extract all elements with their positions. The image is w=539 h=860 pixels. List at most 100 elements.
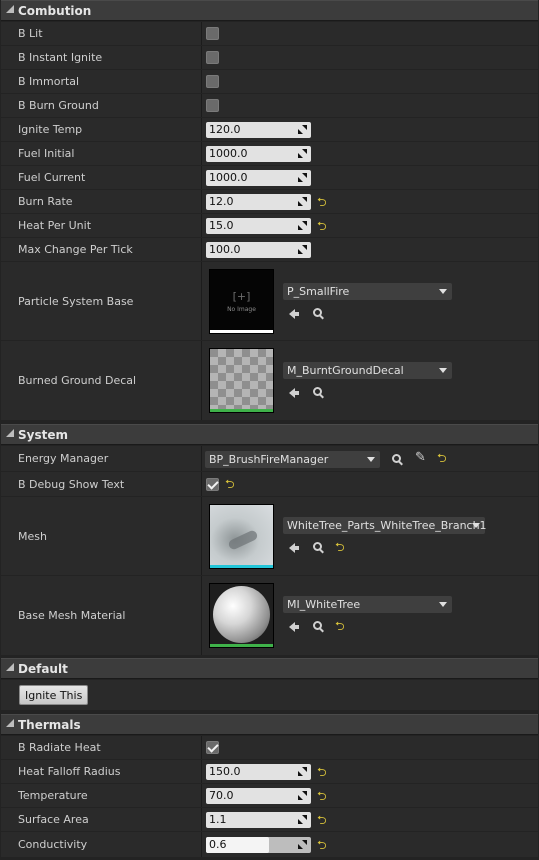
combo-value: P_SmallFire — [287, 285, 350, 298]
search-icon[interactable] — [313, 621, 322, 630]
category-header-system[interactable]: System — [1, 424, 538, 445]
drag-resize-icon[interactable] — [298, 148, 307, 158]
column-splitter[interactable] — [201, 238, 202, 261]
max-change-per-tick-input[interactable]: 100.0 — [206, 241, 311, 258]
drag-resize-icon[interactable] — [298, 814, 307, 824]
column-splitter[interactable] — [201, 214, 202, 237]
heat-falloff-radius-input[interactable]: 150.0 — [206, 763, 311, 780]
conductivity-slider-input[interactable]: 0.6 — [206, 836, 311, 853]
b-debug-show-text-checkbox[interactable] — [206, 477, 219, 491]
column-splitter[interactable] — [201, 446, 202, 471]
column-splitter[interactable] — [201, 142, 202, 165]
reset-to-default-icon[interactable]: ⮌ — [317, 766, 327, 778]
column-splitter[interactable] — [201, 832, 202, 857]
surface-area-input[interactable]: 1.1 — [206, 811, 311, 828]
property-row-temperature: Temperature 70.0 ⮌ — [1, 784, 538, 808]
asset-thumbnail[interactable] — [209, 583, 274, 648]
ignite-this-button[interactable]: Ignite This — [19, 685, 89, 705]
property-row-burn-rate: Burn Rate 12.0 ⮌ — [1, 190, 538, 214]
reset-to-default-icon[interactable]: ⮌ — [437, 452, 447, 464]
reset-to-default-icon[interactable]: ⮌ — [225, 478, 235, 490]
drag-resize-icon[interactable] — [298, 839, 307, 849]
category-header-thermals[interactable]: Thermals — [1, 714, 538, 735]
reset-to-default-icon[interactable]: ⮌ — [335, 620, 345, 632]
asset-type-underline — [210, 565, 273, 568]
arrow-left-icon[interactable] — [289, 622, 299, 632]
column-splitter[interactable] — [201, 46, 202, 69]
number-value: 12.0 — [209, 194, 234, 208]
reset-to-default-icon[interactable]: ⮌ — [317, 220, 327, 232]
property-row-particle-system-base: Particle System Base [+] No Image P_Smal… — [1, 262, 538, 341]
column-splitter[interactable] — [201, 94, 202, 117]
fuel-current-input[interactable]: 1000.0 — [206, 169, 311, 186]
arrow-left-icon[interactable] — [289, 309, 299, 319]
search-icon[interactable] — [392, 454, 401, 463]
column-splitter[interactable] — [201, 70, 202, 93]
property-label: Surface Area — [18, 813, 89, 826]
particle-system-asset-combo[interactable]: P_SmallFire — [283, 283, 452, 300]
asset-thumbnail[interactable]: [+] No Image — [209, 269, 274, 334]
mesh-asset-combo[interactable]: WhiteTree_Parts_WhiteTree_Branch1 — [283, 517, 487, 534]
property-label: B Debug Show Text — [18, 477, 125, 491]
temperature-input[interactable]: 70.0 — [206, 787, 311, 804]
arrow-left-icon[interactable] — [289, 388, 299, 398]
ignite-temp-input[interactable]: 120.0 — [206, 121, 311, 138]
category-header-default[interactable]: Default — [1, 658, 538, 679]
drag-resize-icon[interactable] — [298, 220, 307, 230]
search-icon[interactable] — [313, 308, 322, 317]
collapse-arrow-icon[interactable] — [6, 718, 14, 727]
category-header-combution[interactable]: Combution — [1, 0, 538, 21]
column-splitter[interactable] — [201, 784, 202, 807]
drag-resize-icon[interactable] — [298, 124, 307, 134]
column-splitter[interactable] — [201, 472, 202, 496]
column-splitter[interactable] — [201, 166, 202, 189]
asset-thumbnail[interactable] — [209, 348, 274, 413]
column-splitter[interactable] — [201, 808, 202, 831]
property-label: Ignite Temp — [18, 123, 83, 136]
b-instant-ignite-checkbox[interactable] — [206, 51, 219, 64]
column-splitter[interactable] — [201, 262, 202, 340]
column-splitter[interactable] — [201, 190, 202, 213]
b-radiate-heat-checkbox[interactable] — [206, 741, 219, 754]
b-lit-checkbox[interactable] — [206, 27, 219, 40]
asset-thumbnail[interactable] — [209, 504, 274, 569]
fuel-initial-input[interactable]: 1000.0 — [206, 145, 311, 162]
column-splitter[interactable] — [201, 736, 202, 759]
column-splitter[interactable] — [201, 497, 202, 575]
number-value: 1.1 — [209, 812, 227, 826]
drag-resize-icon[interactable] — [298, 196, 307, 206]
heat-per-unit-input[interactable]: 15.0 — [206, 217, 311, 234]
reset-to-default-icon[interactable]: ⮌ — [317, 839, 327, 851]
no-image-bracket-icon: [+] — [232, 290, 251, 303]
search-icon[interactable] — [313, 387, 322, 396]
b-burn-ground-checkbox[interactable] — [206, 99, 219, 112]
arrow-left-icon[interactable] — [289, 543, 299, 553]
collapse-arrow-icon[interactable] — [6, 4, 14, 13]
reset-to-default-icon[interactable]: ⮌ — [317, 814, 327, 826]
drag-resize-icon[interactable] — [298, 790, 307, 800]
collapse-arrow-icon[interactable] — [6, 662, 14, 671]
column-splitter[interactable] — [201, 576, 202, 655]
eyedropper-icon[interactable]: ✎ — [415, 451, 426, 464]
drag-resize-icon[interactable] — [298, 244, 307, 254]
column-splitter[interactable] — [201, 22, 202, 45]
collapse-arrow-icon[interactable] — [6, 428, 14, 437]
burned-ground-decal-asset-combo[interactable]: M_BurntGroundDecal — [283, 362, 452, 379]
drag-resize-icon[interactable] — [298, 766, 307, 776]
property-row-fuel-initial: Fuel Initial 1000.0 — [1, 142, 538, 166]
drag-resize-icon[interactable] — [298, 172, 307, 182]
property-label: Base Mesh Material — [18, 609, 126, 622]
column-splitter[interactable] — [201, 118, 202, 141]
column-splitter[interactable] — [201, 760, 202, 783]
b-immortal-checkbox[interactable] — [206, 75, 219, 88]
search-icon[interactable] — [313, 542, 322, 551]
energy-manager-combo[interactable]: BP_BrushFireManager — [205, 451, 380, 468]
burn-rate-input[interactable]: 12.0 — [206, 193, 311, 210]
property-row-b-instant-ignite: B Instant Ignite — [1, 46, 538, 70]
column-splitter[interactable] — [201, 341, 202, 420]
reset-to-default-icon[interactable]: ⮌ — [335, 541, 345, 553]
base-mesh-material-asset-combo[interactable]: MI_WhiteTree — [283, 596, 452, 613]
reset-to-default-icon[interactable]: ⮌ — [317, 196, 327, 208]
property-label: B Instant Ignite — [18, 51, 103, 64]
reset-to-default-icon[interactable]: ⮌ — [317, 790, 327, 802]
